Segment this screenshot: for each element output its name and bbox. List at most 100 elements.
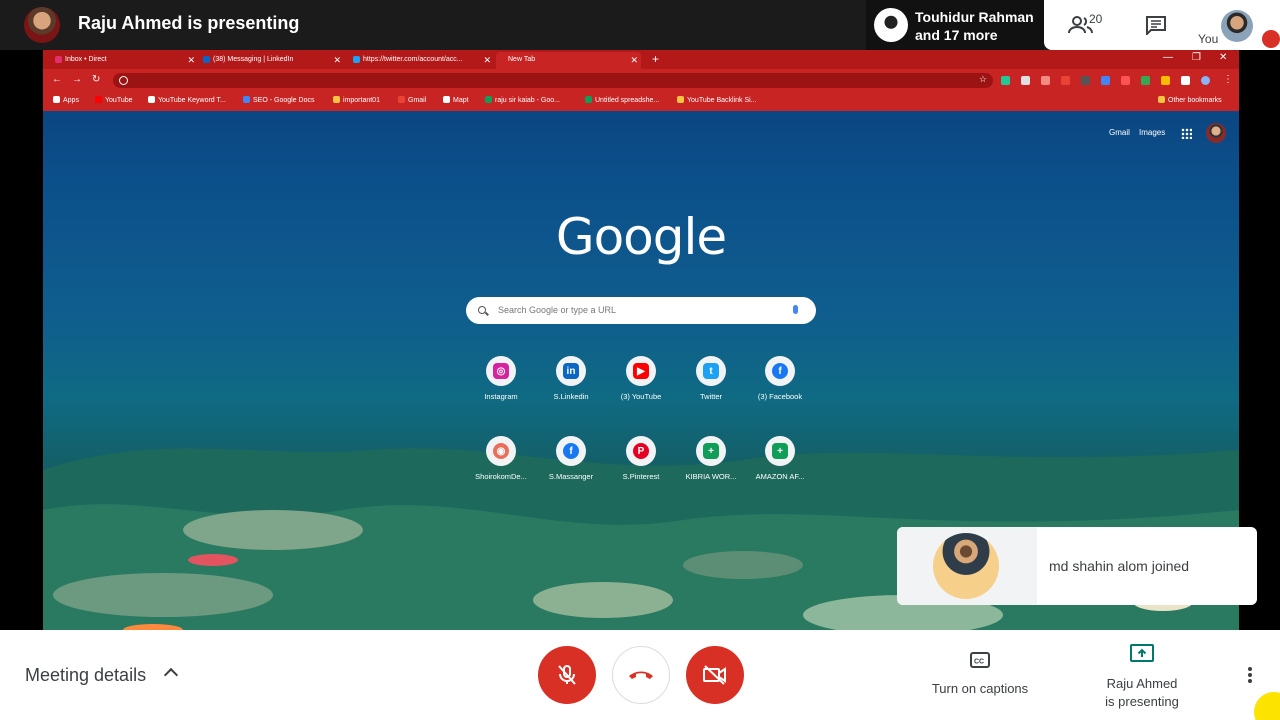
bookmark-item[interactable]: Mapt	[443, 96, 469, 104]
account-avatar[interactable]	[1206, 123, 1226, 143]
tab-label: (38) Messaging | LinkedIn	[213, 56, 294, 63]
presentation-button[interactable]: Raju Ahmed is presenting	[1090, 644, 1194, 711]
extension-icon[interactable]	[1001, 76, 1010, 85]
leave-call-button[interactable]	[612, 646, 670, 704]
puzzle-icon[interactable]	[1181, 76, 1190, 85]
tab-label: New Tab	[508, 56, 536, 63]
shortcut-tile[interactable]: ◉ ShoirokomDe...	[461, 436, 541, 496]
minimize-icon[interactable]: —	[1163, 52, 1173, 63]
youtube-icon: ▶	[633, 363, 649, 379]
shortcut-tile[interactable]: + AMAZON AF...	[740, 436, 820, 496]
browser-tab-active[interactable]: New Tab ✕	[496, 52, 641, 69]
captions-button[interactable]: CC Turn on captions	[920, 652, 1040, 696]
presenter-title: Raju Ahmed is presenting	[78, 13, 300, 33]
close-tab-icon[interactable]: ✕	[630, 55, 638, 66]
shortcut-label: S.Pinterest	[622, 472, 660, 481]
microphone-icon[interactable]	[793, 305, 798, 314]
shortcut-tile[interactable]: P S.Pinterest	[601, 436, 681, 496]
tab-label: https://twitter.com/account/acc...	[363, 56, 463, 63]
ntp-search-box[interactable]	[466, 297, 816, 324]
shortcut-circle: t	[696, 356, 726, 386]
browser-tab[interactable]: https://twitter.com/account/acc... ✕	[351, 52, 494, 69]
bookmark-item[interactable]: raju sir kaiab - Goo...	[485, 96, 560, 104]
folder-icon	[677, 96, 684, 103]
participant-name: Touhidur Rahman and 17 more	[915, 8, 1034, 44]
close-window-icon[interactable]: ✕	[1219, 52, 1227, 63]
presenter-avatar	[24, 7, 60, 43]
search-input[interactable]	[498, 305, 778, 315]
extension-icon[interactable]	[1121, 76, 1130, 85]
profile-icon[interactable]	[1201, 76, 1210, 85]
address-bar[interactable]: ☆	[113, 73, 993, 88]
shortcut-tile[interactable]: f S.Massanger	[531, 436, 611, 496]
shortcut-circle: f	[765, 356, 795, 386]
gmail-link[interactable]: Gmail	[1109, 128, 1130, 137]
bookmark-star-icon[interactable]: ☆	[979, 74, 987, 85]
topbar-actions: 20 You	[1044, 0, 1280, 50]
chat-button[interactable]	[1139, 8, 1173, 42]
close-tab-icon[interactable]: ✕	[187, 55, 195, 66]
shortcut-tile[interactable]: ◎ Instagram	[461, 356, 541, 416]
extension-icon[interactable]	[1161, 76, 1170, 85]
sheets-icon	[585, 96, 592, 103]
shortcut-label: KIBRIA WOR...	[685, 472, 737, 481]
browser-tab[interactable]: (38) Messaging | LinkedIn ✕	[201, 52, 344, 69]
extension-icon[interactable]	[1081, 76, 1090, 85]
meeting-controls-bar: Meeting details CC Turn on captions Raju…	[0, 630, 1280, 720]
forward-icon[interactable]: →	[72, 74, 82, 85]
extension-icon[interactable]	[1041, 76, 1050, 85]
target-icon: ◉	[493, 443, 509, 459]
shortcut-tile[interactable]: in S.Linkedin	[531, 356, 611, 416]
reload-icon[interactable]: ↻	[92, 74, 100, 85]
participants-chip[interactable]: Touhidur Rahman and 17 more	[866, 0, 1044, 50]
more-options-button[interactable]	[1240, 660, 1260, 690]
extension-icon[interactable]	[1061, 76, 1070, 85]
new-tab-button[interactable]: +	[652, 52, 659, 66]
images-link[interactable]: Images	[1139, 128, 1165, 137]
meeting-top-bar: Raju Ahmed is presenting Touhidur Rahman…	[0, 0, 1280, 50]
bookmark-item[interactable]: YouTube Keyword T...	[148, 96, 226, 104]
back-icon[interactable]: ←	[52, 74, 62, 85]
shortcut-tile[interactable]: t Twitter	[671, 356, 751, 416]
youtube-icon	[95, 96, 102, 103]
linkedin-favicon-icon	[203, 56, 210, 63]
docs-icon	[243, 96, 250, 103]
shortcut-label: S.Massanger	[548, 472, 594, 481]
svg-text:CC: CC	[974, 659, 984, 666]
close-tab-icon[interactable]: ✕	[483, 55, 491, 66]
microphone-toggle-button[interactable]	[538, 646, 596, 704]
bookmark-item[interactable]: YouTube Backlink Si...	[677, 96, 757, 104]
shortcut-label: Instagram	[484, 392, 518, 401]
toast-photo-panel	[897, 527, 1037, 605]
shortcut-label: ShoirokomDe...	[475, 472, 527, 481]
shortcut-tile[interactable]: f (3) Facebook	[740, 356, 820, 416]
bookmark-item[interactable]: Apps	[53, 96, 79, 104]
apps-grid-icon[interactable]	[1181, 128, 1192, 139]
bookmark-item[interactable]: Untitled spreadshe...	[585, 96, 659, 104]
extension-icon[interactable]	[1141, 76, 1150, 85]
browser-tab[interactable]: Inbox • Direct ✕	[53, 52, 198, 69]
sheets-icon: +	[703, 443, 719, 459]
shortcut-tile[interactable]: ▶ (3) YouTube	[601, 356, 681, 416]
shortcut-circle: ◎	[486, 356, 516, 386]
self-avatar[interactable]	[1221, 10, 1253, 42]
extension-icon[interactable]	[1021, 76, 1030, 85]
kebab-menu-icon[interactable]: ⋮	[1223, 74, 1233, 85]
camera-toggle-button[interactable]	[686, 646, 744, 704]
bookmark-item[interactable]: Other bookmarks	[1158, 96, 1222, 104]
shortcut-tile[interactable]: + KIBRIA WOR...	[671, 436, 751, 496]
shortcut-circle: +	[696, 436, 726, 466]
bookmark-item[interactable]: SEO - Google Docs	[243, 96, 314, 104]
browser-tab-strip: Inbox • Direct ✕ (38) Messaging | Linked…	[43, 50, 1239, 69]
bookmark-item[interactable]: important01	[333, 96, 380, 104]
close-tab-icon[interactable]: ✕	[333, 55, 341, 66]
captions-label: Turn on captions	[931, 681, 1029, 696]
bookmark-item[interactable]: Gmail	[398, 96, 426, 104]
restore-icon[interactable]: ❐	[1192, 52, 1201, 63]
closed-captions-icon: CC	[970, 652, 990, 668]
bookmark-item[interactable]: YouTube	[95, 96, 133, 104]
extension-icon[interactable]	[1101, 76, 1110, 85]
hang-up-icon	[629, 671, 653, 679]
presenting-label: Raju Ahmed is presenting	[1105, 676, 1179, 709]
globe-icon	[148, 96, 155, 103]
